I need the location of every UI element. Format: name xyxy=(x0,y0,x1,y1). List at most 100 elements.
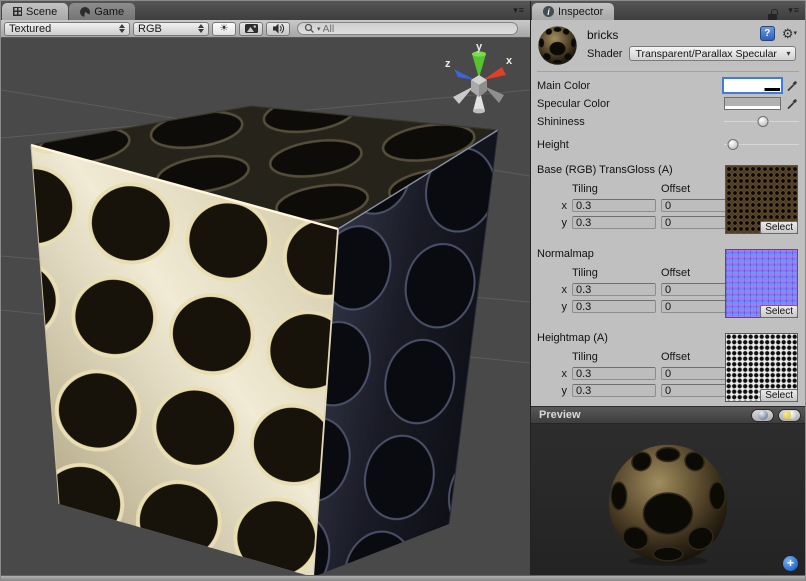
height-map-thumbnail[interactable]: Select xyxy=(725,333,798,402)
gear-icon[interactable]: ⚙▾ xyxy=(782,26,797,41)
audio-icon xyxy=(272,23,285,34)
inspector-body: bricks Shader Transparent/Parallax Specu… xyxy=(531,20,805,406)
texture-section-base: Base (RGB) TransGloss (A) Tiling Offset … xyxy=(537,164,799,237)
shader-value: Transparent/Parallax Specular xyxy=(635,48,786,60)
gizmo-neg-z-cone[interactable] xyxy=(453,86,474,104)
x-axis-label: x xyxy=(553,368,567,380)
material-ball-icon xyxy=(537,25,578,66)
search-icon xyxy=(304,23,315,34)
gizmo-z-cone[interactable] xyxy=(454,69,475,80)
specular-color-row: Specular Color xyxy=(537,95,799,112)
info-icon: i xyxy=(543,6,554,17)
tiling-offset-grid: Tiling Offset x y xyxy=(553,183,749,229)
shininess-label: Shininess xyxy=(537,116,720,128)
scene-lighting-toggle[interactable]: ☀ xyxy=(212,22,236,36)
preview-lighting-button[interactable] xyxy=(778,409,801,422)
tiling-y-field[interactable] xyxy=(572,300,656,313)
updown-arrows-icon xyxy=(119,24,125,33)
tiling-header: Tiling xyxy=(572,267,656,279)
x-axis-label: x xyxy=(553,200,567,212)
scene-panel-menu-icon[interactable]: ▾≡ xyxy=(513,5,525,15)
eyedropper-icon[interactable] xyxy=(785,97,799,111)
main-split: Scene Game ▾≡ Textured RGB ☀ xyxy=(1,1,805,575)
y-axis-label: y xyxy=(553,301,567,313)
main-color-swatch[interactable] xyxy=(724,79,781,92)
tab-scene[interactable]: Scene xyxy=(2,3,68,20)
select-button[interactable]: Select xyxy=(760,221,798,234)
draw-mode-dropdown[interactable]: Textured xyxy=(4,22,130,36)
unity-editor-window: Scene Game ▾≡ Textured RGB ☀ xyxy=(0,0,806,581)
shader-dropdown[interactable]: Transparent/Parallax Specular ▾ xyxy=(629,46,796,61)
tiling-x-field[interactable] xyxy=(572,199,656,212)
main-color-row: Main Color xyxy=(537,77,799,94)
color-mode-value: RGB xyxy=(138,23,194,35)
tiling-offset-grid: Tiling Offset x y xyxy=(553,267,749,313)
material-header: bricks Shader Transparent/Parallax Specu… xyxy=(537,23,799,72)
slider-handle[interactable] xyxy=(758,116,769,127)
alpha-bar xyxy=(725,88,780,91)
tab-game[interactable]: Game xyxy=(69,3,135,20)
tab-inspector[interactable]: i Inspector xyxy=(532,3,614,20)
shader-label: Shader xyxy=(587,48,622,60)
gizmo-x-label: x xyxy=(506,55,513,67)
search-input[interactable] xyxy=(323,23,511,35)
inspector-tabbar: i Inspector ▾≡ xyxy=(531,1,805,20)
inspector-panel: i Inspector ▾≡ xyxy=(531,1,805,575)
gizmo-y-cone[interactable] xyxy=(472,54,486,78)
texture-section-normalmap: Normalmap Tiling Offset x y Select xyxy=(537,248,799,321)
draw-mode-value: Textured xyxy=(9,23,115,35)
gizmo-x-cone[interactable] xyxy=(483,67,506,80)
preview-material-sphere xyxy=(605,440,731,566)
header-icons: ? ⚙▾ xyxy=(760,26,797,41)
color-mode-dropdown[interactable]: RGB xyxy=(133,22,209,36)
orientation-gizmo[interactable]: y x z xyxy=(442,40,516,124)
image-icon xyxy=(245,24,258,33)
x-axis-label: x xyxy=(553,284,567,296)
gizmo-z-label: z xyxy=(445,58,451,70)
base-texture-thumbnail[interactable]: Select xyxy=(725,165,798,234)
search-filter-arrow-icon[interactable]: ▾ xyxy=(317,25,321,33)
plus-icon[interactable]: + xyxy=(783,556,798,571)
tiling-header: Tiling xyxy=(572,351,656,363)
alpha-bar xyxy=(725,106,780,109)
preview-shape-button[interactable] xyxy=(751,409,774,422)
window-bottom-strip xyxy=(1,575,805,580)
sun-icon: ☀ xyxy=(220,23,229,34)
tiling-x-field[interactable] xyxy=(572,283,656,296)
preview-viewport[interactable]: + xyxy=(531,424,805,575)
height-slider[interactable] xyxy=(724,136,799,153)
scene-viewport[interactable]: y x z xyxy=(1,38,530,575)
chevron-down-icon: ▾ xyxy=(786,49,790,58)
shininess-slider[interactable] xyxy=(724,113,799,130)
tab-scene-label: Scene xyxy=(26,6,57,18)
slider-handle[interactable] xyxy=(728,139,739,150)
height-label: Height xyxy=(537,139,720,151)
help-icon[interactable]: ? xyxy=(760,26,775,41)
gizmo-y-label: y xyxy=(476,41,483,53)
normal-map-thumbnail[interactable]: Select xyxy=(725,249,798,318)
scene-fx-toggle[interactable] xyxy=(239,22,263,36)
specular-color-swatch[interactable] xyxy=(724,97,781,110)
preview-title: Preview xyxy=(539,409,747,421)
scene-tabbar: Scene Game ▾≡ xyxy=(1,1,530,20)
select-button[interactable]: Select xyxy=(760,389,798,402)
y-axis-label: y xyxy=(553,217,567,229)
tab-game-label: Game xyxy=(94,6,124,18)
height-row: Height xyxy=(537,136,799,153)
inspector-panel-menu-icon[interactable]: ▾≡ xyxy=(788,5,800,15)
scene-search-field[interactable]: ▾ xyxy=(297,22,518,35)
eyedropper-icon[interactable] xyxy=(785,79,799,93)
game-icon xyxy=(80,7,90,17)
tiling-y-field[interactable] xyxy=(572,384,656,397)
tiling-x-field[interactable] xyxy=(572,367,656,380)
tab-inspector-label: Inspector xyxy=(558,6,603,18)
texture-section-heightmap: Heightmap (A) Tiling Offset x y Select xyxy=(537,332,799,405)
select-button[interactable]: Select xyxy=(760,305,798,318)
sphere-icon xyxy=(758,410,768,420)
tiling-y-field[interactable] xyxy=(572,216,656,229)
lighting-icon xyxy=(783,411,796,419)
preview-header[interactable]: Preview xyxy=(531,406,805,424)
shininess-row: Shininess xyxy=(537,113,799,130)
grid-icon xyxy=(13,7,22,16)
scene-audio-toggle[interactable] xyxy=(266,22,290,36)
